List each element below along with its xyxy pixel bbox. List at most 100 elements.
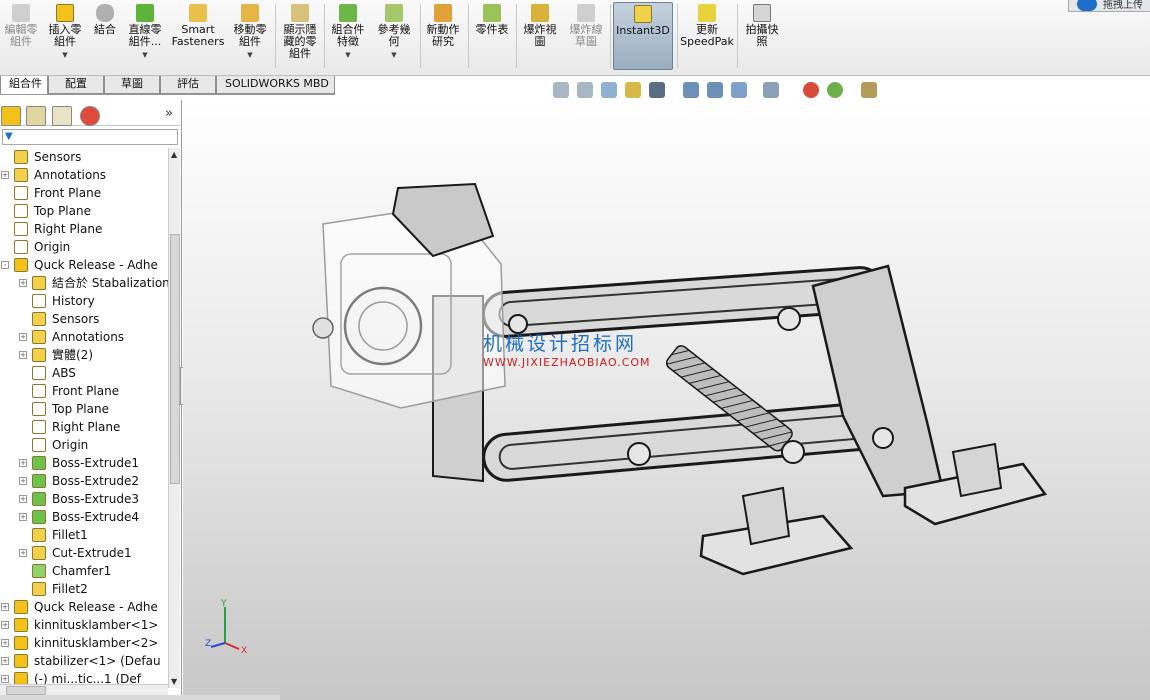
tree-item[interactable]: Origin xyxy=(0,238,168,256)
dropdown-arrow-icon[interactable]: ▼ xyxy=(142,49,147,61)
tree-item[interactable]: + kinnitusklamber<1> xyxy=(0,616,168,634)
dropdown-arrow-icon[interactable]: ▼ xyxy=(62,49,67,61)
tree-item[interactable]: ABS xyxy=(0,364,168,382)
tree-item-label: Sensors xyxy=(52,312,100,326)
instant3d-button[interactable]: Instant3D xyxy=(613,2,673,70)
upload-cloud-widget[interactable]: 拖拽上传 xyxy=(1068,0,1150,12)
collapse-icon[interactable]: - xyxy=(1,261,9,269)
expand-icon[interactable]: + xyxy=(19,477,27,485)
dropdown-arrow-icon[interactable]: ▼ xyxy=(247,49,252,61)
cloud-upload-icon xyxy=(1077,0,1097,11)
camera-housing[interactable] xyxy=(312,182,506,409)
graphics-viewport[interactable]: 机械设计招标网 WWW.JIXIEZHAOBIAO.COM Y X Z xyxy=(183,82,1150,700)
linear-pattern-button[interactable]: 直線零 組件... ▼ xyxy=(124,4,166,70)
quick-release-left[interactable] xyxy=(741,486,791,546)
new-motion-study-button[interactable]: 新動作 研究 xyxy=(423,4,463,70)
tree-item-label: Quck Release - Adhe xyxy=(34,600,158,614)
expand-icon[interactable]: + xyxy=(19,333,27,341)
tab-assembly[interactable]: 組合件 xyxy=(0,76,48,94)
expand-icon[interactable]: + xyxy=(19,279,27,287)
scroll-up-icon[interactable]: ▲ xyxy=(171,150,177,159)
move-component-button[interactable]: 移動零 組件 ▼ xyxy=(230,4,270,70)
rear-bracket[interactable] xyxy=(811,264,945,498)
tree-item[interactable]: + Boss-Extrude2 xyxy=(0,472,168,490)
tree-item[interactable]: + Boss-Extrude1 xyxy=(0,454,168,472)
part-icon xyxy=(14,600,28,614)
expand-icon[interactable]: + xyxy=(1,675,9,683)
expand-icon[interactable]: + xyxy=(1,621,9,629)
scroll-down-icon[interactable]: ▼ xyxy=(171,677,177,686)
tree-item[interactable]: + 結合於 Stabalization xyxy=(0,274,168,292)
tree-item[interactable]: Chamfer1 xyxy=(0,562,168,580)
tree-item[interactable]: + Annotations xyxy=(0,166,168,184)
tree-item[interactable]: Front Plane xyxy=(0,184,168,202)
bom-button[interactable]: 零件表 xyxy=(471,4,513,70)
tree-vertical-scrollbar[interactable]: ▲ ▼ xyxy=(168,148,180,688)
linear-pattern-icon xyxy=(136,4,154,22)
tree-item[interactable]: + Annotations xyxy=(0,328,168,346)
tree-item[interactable]: + stabilizer<1> (Defau xyxy=(0,652,168,670)
expand-panel-icon[interactable]: » xyxy=(165,106,173,121)
expand-icon[interactable]: + xyxy=(19,513,27,521)
expand-icon[interactable]: + xyxy=(1,171,9,179)
smart-fasteners-button[interactable]: Smart Fasteners xyxy=(170,4,226,70)
pivot-pin[interactable] xyxy=(872,427,894,449)
tree-item[interactable]: Right Plane xyxy=(0,418,168,436)
pivot-pin[interactable] xyxy=(627,442,651,466)
tree-item[interactable]: + Boss-Extrude3 xyxy=(0,490,168,508)
tree-item[interactable]: - Quck Release - Adhe xyxy=(0,256,168,274)
command-manager-ribbon: 編輯零 組件 插入零 組件 ▼ 結合 直線零 組件... ▼ Smart Fas… xyxy=(0,0,1150,76)
expand-icon[interactable]: + xyxy=(1,657,9,665)
expand-icon[interactable]: + xyxy=(19,459,27,467)
display-manager-tab-icon[interactable] xyxy=(80,106,100,126)
insert-component-button[interactable]: 插入零 組件 ▼ xyxy=(44,4,86,70)
tree-item[interactable]: + Quck Release - Adhe xyxy=(0,598,168,616)
update-speedpak-button[interactable]: 更新 SpeedPak xyxy=(680,4,734,70)
reference-geometry-button[interactable]: 參考幾 何 ▼ xyxy=(372,4,416,70)
stabilizer-assembly-model[interactable] xyxy=(312,182,1048,576)
exploded-view-button[interactable]: 爆炸視 圖 xyxy=(519,4,561,70)
tree-item[interactable]: History xyxy=(0,292,168,310)
scroll-thumb[interactable] xyxy=(170,234,180,484)
tree-filter-field[interactable]: ▼ xyxy=(2,129,178,145)
show-hidden-components-button[interactable]: 顯示隱 藏的零 組件 xyxy=(280,4,320,70)
pivot-pin[interactable] xyxy=(781,440,805,464)
tree-item[interactable]: Top Plane xyxy=(0,202,168,220)
expand-icon[interactable]: + xyxy=(1,639,9,647)
tab-evaluate[interactable]: 評估 xyxy=(160,76,216,94)
expand-icon[interactable]: + xyxy=(1,603,9,611)
tree-item[interactable]: Fillet2 xyxy=(0,580,168,598)
feature-manager-tab-icon[interactable] xyxy=(1,106,21,126)
tree-item[interactable]: + 實體(2) xyxy=(0,346,168,364)
dropdown-arrow-icon[interactable]: ▼ xyxy=(345,49,350,61)
tree-item[interactable]: Sensors xyxy=(0,310,168,328)
annotation-icon xyxy=(14,168,28,182)
tree-item[interactable]: Right Plane xyxy=(0,220,168,238)
hscroll-thumb[interactable] xyxy=(6,686,46,695)
property-manager-tab-icon[interactable] xyxy=(26,106,46,126)
configuration-manager-tab-icon[interactable] xyxy=(52,106,72,126)
move-component-label: 移動零 組件 xyxy=(233,23,267,48)
tree-item[interactable]: Top Plane xyxy=(0,400,168,418)
tree-item[interactable]: Origin xyxy=(0,436,168,454)
edit-component-button[interactable]: 編輯零 組件 xyxy=(2,4,40,70)
expand-icon[interactable]: + xyxy=(19,495,27,503)
tab-configuration[interactable]: 配置 xyxy=(48,76,104,94)
explode-line-sketch-button[interactable]: 爆炸線 草圖 xyxy=(565,4,607,70)
quick-release-right[interactable] xyxy=(951,442,1003,498)
pivot-pin[interactable] xyxy=(777,307,801,331)
tab-sketch[interactable]: 草圖 xyxy=(104,76,160,94)
tree-item[interactable]: Sensors xyxy=(0,148,168,166)
tree-item[interactable]: + Boss-Extrude4 xyxy=(0,508,168,526)
dropdown-arrow-icon[interactable]: ▼ xyxy=(391,49,396,61)
expand-icon[interactable]: + xyxy=(19,549,27,557)
mate-button[interactable]: 結合 xyxy=(90,4,120,70)
tree-item[interactable]: Fillet1 xyxy=(0,526,168,544)
expand-icon[interactable]: + xyxy=(19,351,27,359)
take-snapshot-button[interactable]: 拍攝快 照 xyxy=(740,4,784,70)
tree-item[interactable]: Front Plane xyxy=(0,382,168,400)
tree-item[interactable]: + kinnitusklamber<2> xyxy=(0,634,168,652)
tab-solidworks-mbd[interactable]: SOLIDWORKS MBD xyxy=(216,76,335,94)
tree-item[interactable]: + Cut-Extrude1 xyxy=(0,544,168,562)
assembly-features-button[interactable]: 組合件 特徵 ▼ xyxy=(328,4,368,70)
